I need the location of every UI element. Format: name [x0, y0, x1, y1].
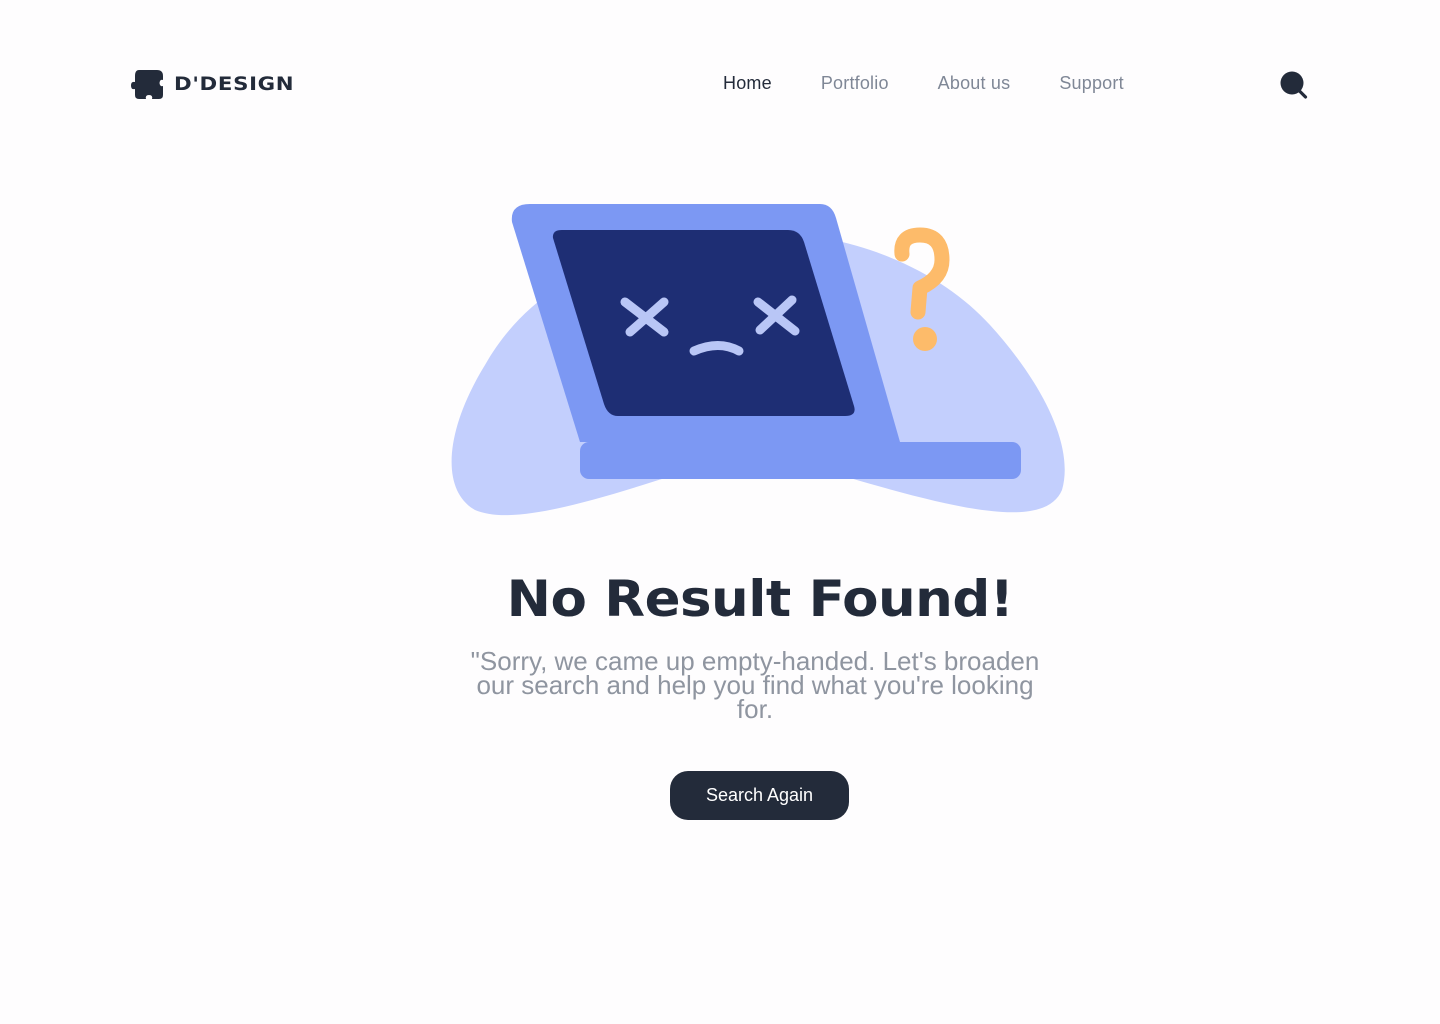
laptop-base	[580, 442, 1021, 479]
page-title-text: No Result Found!	[506, 570, 1014, 628]
empty-state-message: "Sorry, we came up empty-handed. Let's b…	[470, 646, 1040, 724]
puzzle-piece-icon	[131, 70, 163, 99]
no-result-illustration	[451, 204, 1065, 516]
brand-name: D'DESIGN	[174, 73, 295, 95]
search-again-button[interactable]: Search Again	[670, 771, 849, 820]
search-icon	[1280, 71, 1308, 99]
main-nav: Home Portfolio About us Support	[723, 70, 1124, 96]
nav-item-home[interactable]: Home	[723, 70, 772, 96]
brand-logo[interactable]: D'DESIGN	[130, 66, 294, 102]
page-title: No Result Found!	[0, 566, 1440, 632]
nav-item-portfolio[interactable]: Portfolio	[821, 70, 889, 96]
nav-item-support[interactable]: Support	[1059, 70, 1123, 96]
nav-item-about-us[interactable]: About us	[938, 70, 1011, 96]
search-button[interactable]	[1276, 68, 1310, 102]
